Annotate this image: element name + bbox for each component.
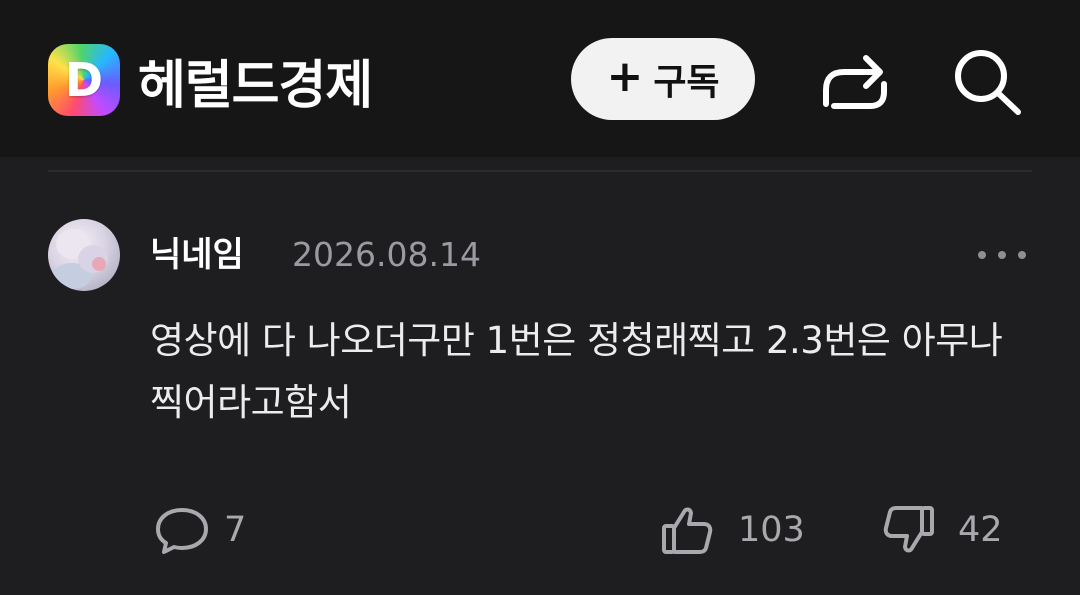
plus-icon: + (606, 51, 644, 102)
publisher-name[interactable]: 헤럴드경제 (138, 44, 373, 116)
share-icon (823, 55, 887, 109)
like-button[interactable]: 103 (660, 502, 805, 558)
avatar-shape (92, 257, 106, 271)
more-icon-dot (978, 251, 986, 259)
more-icon-dot (1018, 251, 1026, 259)
more-options-button[interactable] (978, 240, 1026, 270)
search-button[interactable] (950, 46, 1024, 116)
logo-letter: D (64, 53, 104, 107)
like-count: 103 (738, 510, 805, 550)
avatar[interactable] (48, 219, 120, 291)
share-button[interactable] (818, 44, 892, 116)
comment-date: 2026.08.14 (292, 235, 481, 274)
thumbs-up-icon (662, 507, 713, 554)
more-icon-dot (998, 251, 1006, 259)
thumbs-down-icon (883, 506, 934, 553)
comment-nickname[interactable]: 닉네임 (150, 232, 244, 278)
top-app-bar: D 헤럴드경제 + 구독 (0, 0, 1080, 157)
reply-count: 7 (224, 510, 247, 550)
dislike-button[interactable]: 42 (880, 502, 1003, 558)
dislike-count: 42 (958, 510, 1003, 550)
section-divider (48, 170, 1032, 172)
search-icon (955, 50, 1021, 115)
comment-body: 영상에 다 나오더구만 1번은 정청래찍고 2.3번은 아무나 찍어라고함서 (150, 319, 1003, 424)
subscribe-button[interactable]: + 구독 (571, 38, 755, 120)
publisher-logo[interactable]: D (48, 44, 120, 116)
speech-bubble-icon (156, 508, 208, 554)
subscribe-label: 구독 (653, 62, 720, 103)
reply-button[interactable]: 7 (154, 502, 246, 558)
